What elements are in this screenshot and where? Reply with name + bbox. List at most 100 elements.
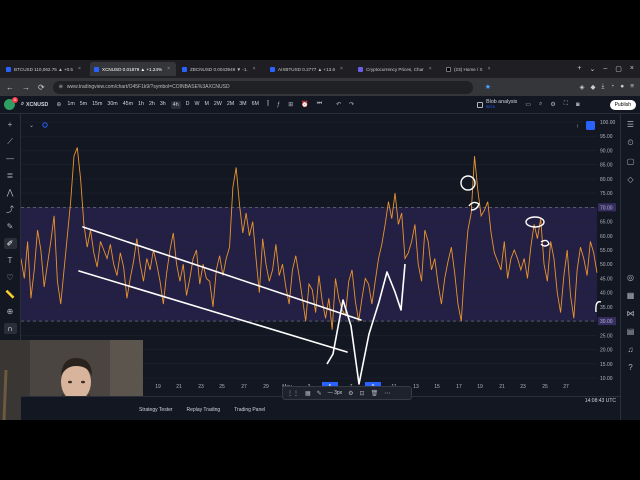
interval-3m[interactable]: 3M bbox=[239, 101, 246, 109]
interval-2w[interactable]: 2W bbox=[214, 101, 222, 109]
tab-strategy-tester[interactable]: Strategy Tester bbox=[139, 407, 173, 413]
profile-icon[interactable]: ● bbox=[620, 83, 624, 91]
gear-icon[interactable]: ⚙ bbox=[550, 101, 555, 108]
back-icon[interactable]: ← bbox=[6, 83, 14, 92]
lightbulb-icon[interactable]: ◎ bbox=[627, 273, 634, 282]
browser-tab[interactable]: ZBCNUSD 0.0043949 ▼ -1. × bbox=[178, 62, 264, 76]
network-icon[interactable]: ⋈ bbox=[627, 309, 635, 318]
heart-icon[interactable]: ♡ bbox=[4, 272, 17, 283]
interval-30m[interactable]: 30m bbox=[107, 101, 117, 109]
interval-3h[interactable]: 3h bbox=[160, 101, 166, 109]
layout-grid-icon[interactable]: ▭ bbox=[525, 101, 531, 108]
calendar-icon[interactable]: ▦ bbox=[627, 291, 635, 300]
url-field[interactable]: ⊜ www.tradingview.com/chart/O45F1k9/?sym… bbox=[52, 80, 473, 94]
download-icon[interactable]: ⤓ bbox=[601, 83, 604, 91]
line-color-icon[interactable]: ✎ bbox=[317, 390, 322, 397]
candle-style-icon[interactable]: ⫿ bbox=[267, 101, 269, 108]
x-axis-tick-label: 25 bbox=[542, 384, 548, 390]
interval-4h[interactable]: 4h bbox=[170, 100, 181, 109]
forward-icon[interactable]: → bbox=[22, 83, 30, 92]
drag-handle-icon[interactable]: ⋮⋮ bbox=[287, 390, 299, 397]
close-tab-icon[interactable]: × bbox=[340, 66, 343, 72]
layers-icon[interactable]: ◇ bbox=[627, 175, 633, 184]
browser-tab[interactable]: BTCUSD 110,062.75 ▲ +0.5 × bbox=[2, 62, 88, 76]
widget-bar: ☰ ⏲ ▢ ◇ ◎ ▦ ⋈ ▤ ♫ ? bbox=[620, 114, 640, 420]
zoom-icon[interactable]: ⊕ bbox=[4, 306, 17, 317]
fib-icon[interactable]: ≣ bbox=[4, 170, 17, 181]
crosshair-icon[interactable]: + bbox=[4, 119, 17, 130]
watchlist-icon[interactable]: ☰ bbox=[627, 120, 634, 129]
interval-1h[interactable]: 1h bbox=[138, 101, 144, 109]
magnet-icon[interactable]: ∩ bbox=[3, 323, 17, 334]
interval-15m[interactable]: 15m bbox=[92, 101, 102, 109]
bookmark-star-icon[interactable]: ★ bbox=[485, 83, 491, 91]
extension-icon[interactable]: ◆ bbox=[590, 83, 595, 91]
ruler-icon[interactable]: 📏 bbox=[4, 289, 17, 300]
blob-checkbox[interactable] bbox=[477, 101, 484, 108]
tab-trading-panel[interactable]: Trading Panel bbox=[234, 407, 265, 413]
chevron-down-icon[interactable]: ⌄ bbox=[590, 65, 596, 73]
new-tab-icon[interactable]: + bbox=[577, 65, 581, 73]
chat-icon[interactable]: ▢ bbox=[627, 157, 635, 166]
site-info-icon[interactable]: ⊜ bbox=[59, 84, 63, 90]
search-icon[interactable]: ⌕ bbox=[539, 101, 542, 108]
interval-m[interactable]: M bbox=[204, 101, 208, 109]
horizontal-line-icon[interactable]: — bbox=[4, 153, 17, 164]
browser-tab[interactable]: AIXBTUSD 0.2777 ▲ +13.6 × bbox=[266, 62, 352, 76]
settings-icon[interactable]: ⚙ bbox=[348, 390, 353, 397]
interval-45m[interactable]: 45m bbox=[123, 101, 133, 109]
undo-icon[interactable]: ↶ bbox=[336, 101, 341, 108]
interval-2m[interactable]: 2M bbox=[227, 101, 234, 109]
alerts-clock-icon[interactable]: ⏲ bbox=[627, 138, 633, 148]
close-tab-icon[interactable]: × bbox=[167, 66, 170, 72]
interval-1m[interactable]: 1m bbox=[67, 101, 74, 109]
stroke-width-button[interactable]: — 3px bbox=[328, 390, 342, 396]
interval-w[interactable]: W bbox=[194, 101, 199, 109]
more-icon[interactable]: ⋯ bbox=[384, 390, 390, 397]
maximize-icon[interactable]: ▢ bbox=[615, 65, 622, 73]
publish-button[interactable]: Publish bbox=[609, 99, 636, 110]
pen-icon[interactable]: ✐ bbox=[3, 238, 17, 249]
menu-icon[interactable]: ≡ bbox=[630, 83, 634, 91]
browser-tab[interactable]: Cryptocurrency Prices, Char × bbox=[354, 62, 440, 76]
reload-icon[interactable]: ⟳ bbox=[38, 83, 45, 92]
avatar[interactable]: 11 bbox=[4, 97, 18, 110]
shield-icon[interactable]: ◈ bbox=[579, 83, 584, 91]
replay-icon[interactable]: ⏮ bbox=[317, 101, 322, 108]
minimize-icon[interactable]: – bbox=[603, 65, 607, 73]
template-icon[interactable]: ▦ bbox=[305, 390, 311, 397]
pattern-icon[interactable]: ⋀ bbox=[4, 187, 17, 198]
pocket-icon[interactable]: ◔ bbox=[610, 83, 614, 91]
camera-icon[interactable]: ◙ bbox=[576, 102, 580, 108]
indicators-icon[interactable]: ƒ bbox=[277, 102, 280, 108]
brush-icon[interactable]: ✎ bbox=[4, 221, 17, 232]
interval-2h[interactable]: 2h bbox=[149, 101, 155, 109]
chat-bubble-icon[interactable]: ▤ bbox=[627, 327, 635, 336]
text-icon[interactable]: T bbox=[4, 255, 17, 266]
interval-5m[interactable]: 5m bbox=[80, 101, 87, 109]
bell-icon[interactable]: ♫ bbox=[628, 345, 634, 354]
trend-line-icon[interactable]: ⟋ bbox=[4, 136, 17, 147]
close-tab-icon[interactable]: × bbox=[253, 66, 256, 72]
browser-tab[interactable]: (23) Home / X × bbox=[442, 62, 528, 76]
utc-clock[interactable]: 14:08:43 UTC bbox=[585, 398, 616, 404]
tab-replay-trading[interactable]: Replay Trading bbox=[187, 407, 221, 413]
lock-icon[interactable]: ⊡ bbox=[360, 390, 365, 397]
interval-6m[interactable]: 6M bbox=[252, 101, 259, 109]
delete-icon[interactable]: 🗑 bbox=[371, 390, 379, 397]
prediction-icon[interactable]: ⤴ bbox=[4, 204, 17, 215]
close-window-icon[interactable]: × bbox=[630, 65, 634, 73]
blob-analysis-toggle[interactable]: Blob analysis BETA bbox=[477, 99, 517, 110]
close-tab-icon[interactable]: × bbox=[78, 66, 81, 72]
browser-tab-active[interactable]: XCNUSD 0.01879 ▲ +1.24% × bbox=[90, 62, 176, 76]
layout-icon[interactable]: ⊞ bbox=[288, 101, 293, 108]
close-tab-icon[interactable]: × bbox=[429, 66, 432, 72]
compare-symbol-icon[interactable]: ⊕ bbox=[56, 101, 61, 108]
redo-icon[interactable]: ↷ bbox=[349, 101, 354, 108]
help-icon[interactable]: ? bbox=[628, 363, 632, 372]
interval-d[interactable]: D bbox=[186, 101, 190, 109]
fullscreen-icon[interactable]: ⛶ bbox=[564, 101, 568, 108]
alert-icon[interactable]: ⏰ bbox=[301, 101, 308, 108]
close-tab-icon[interactable]: × bbox=[488, 66, 491, 72]
symbol-search[interactable]: ⌕ XCNUSD bbox=[21, 101, 48, 108]
